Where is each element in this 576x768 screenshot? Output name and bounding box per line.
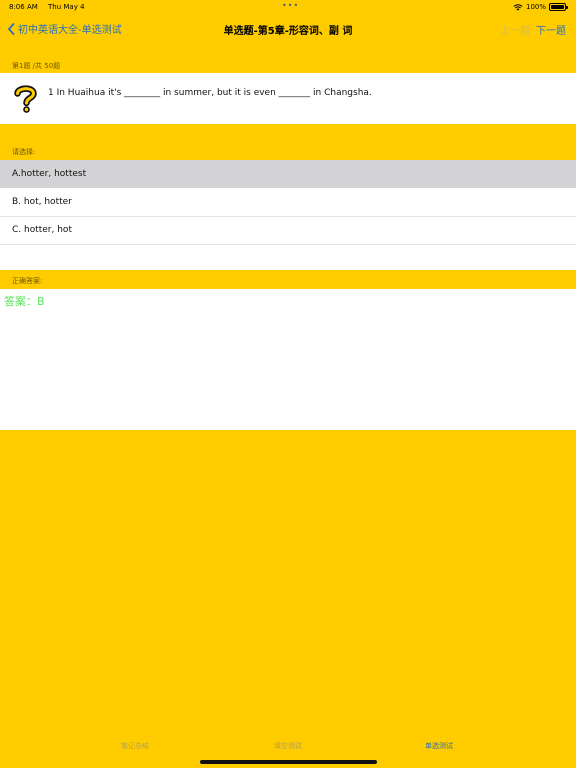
tab-fill-in-test[interactable]: 填空测试 bbox=[274, 741, 302, 751]
question-text: 1 In Huaihua it's ________ in summer, bu… bbox=[48, 88, 372, 98]
navigation-bar: 初中英语大全-单选测试 单选题-第5章-形容词、副 词 上一题 下一题 bbox=[0, 14, 576, 44]
options-list: A.hotter, hottest B. hot, hotter C. hott… bbox=[0, 160, 576, 270]
battery-percent: 100% bbox=[525, 3, 546, 11]
tab-bar: 笔记总结 填空测试 单选测试 bbox=[0, 736, 576, 756]
question-progress: 第1题 /共 50题 bbox=[12, 62, 61, 70]
option-b[interactable]: B. hot, hotter bbox=[0, 188, 576, 216]
tab-notes[interactable]: 笔记总结 bbox=[121, 741, 149, 751]
status-time: 8:06 AM bbox=[9, 3, 38, 11]
correct-answer: 答案：B bbox=[4, 295, 45, 308]
options-prompt: 请选择: bbox=[12, 148, 36, 156]
back-button[interactable]: 初中英语大全-单选测试 bbox=[7, 21, 122, 36]
question-card: 1 In Huaihua it's ________ in summer, bu… bbox=[0, 73, 576, 124]
status-bar: 8:06 AM Thu May 4 ••• 100% bbox=[0, 0, 576, 14]
option-a[interactable]: A.hotter, hottest bbox=[0, 160, 576, 188]
battery-icon bbox=[549, 3, 568, 11]
question-mark-icon bbox=[14, 85, 37, 113]
status-date: Thu May 4 bbox=[48, 3, 85, 11]
back-button-label: 初中英语大全-单选测试 bbox=[18, 25, 122, 36]
previous-question-button[interactable]: 上一题 bbox=[500, 22, 530, 37]
answer-header: 正确答案: bbox=[12, 277, 43, 285]
option-divider bbox=[0, 244, 576, 245]
tab-single-choice-test[interactable]: 单选测试 bbox=[425, 741, 453, 751]
home-indicator[interactable] bbox=[200, 760, 377, 764]
option-c[interactable]: C. hotter, hot bbox=[0, 216, 576, 244]
chevron-left-icon bbox=[8, 22, 15, 35]
status-time-date: 8:06 AM Thu May 4 bbox=[9, 3, 85, 11]
status-indicators: 100% bbox=[513, 3, 568, 11]
next-question-button[interactable]: 下一题 bbox=[536, 22, 566, 37]
answer-panel: 答案：B bbox=[0, 289, 576, 430]
wifi-icon bbox=[513, 3, 523, 11]
multitasking-dots[interactable]: ••• bbox=[282, 1, 299, 10]
